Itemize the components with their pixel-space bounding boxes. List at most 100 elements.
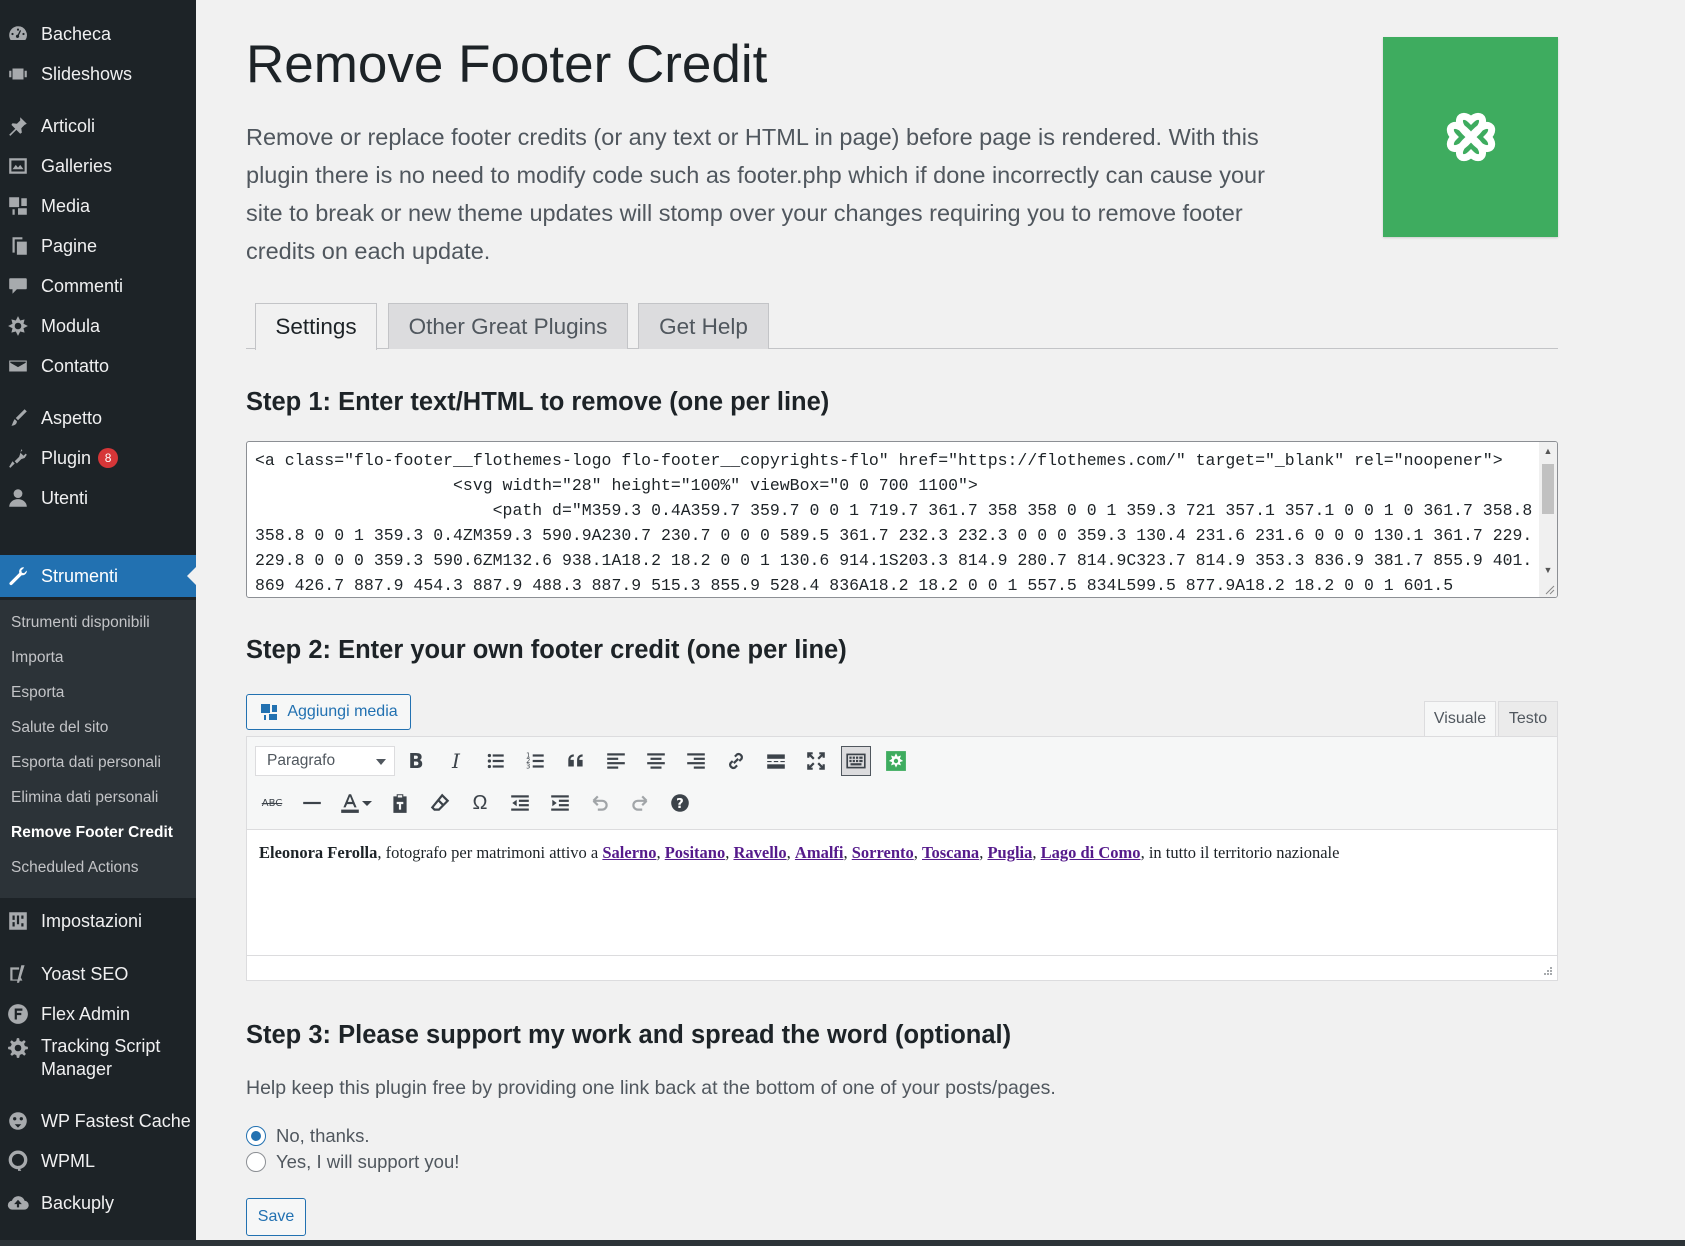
radio-button[interactable] xyxy=(246,1152,266,1172)
main-content: Remove Footer Credit Remove or replace f… xyxy=(196,0,1685,1240)
numbered-list-icon[interactable]: 123 xyxy=(521,746,551,776)
sidebar-item-label: Aspetto xyxy=(41,407,103,428)
textarea-scrollbar[interactable]: ▲ ▼ xyxy=(1539,442,1557,597)
link-puglia[interactable]: Puglia xyxy=(987,843,1032,862)
indent-icon[interactable] xyxy=(545,788,575,818)
align-left-icon[interactable] xyxy=(601,746,631,776)
horizontal-line-icon[interactable] xyxy=(297,788,327,818)
credit-outro: , in tutto il territorio nazionale xyxy=(1140,843,1340,862)
submenu-strumenti-disponibili[interactable]: Strumenti disponibili xyxy=(11,614,150,632)
clear-formatting-icon[interactable] xyxy=(425,788,455,818)
gallery-icon xyxy=(7,155,29,177)
sidebar-item-backuply[interactable]: Backuply xyxy=(0,1182,196,1224)
remove-text-textarea[interactable]: <a class="flo-footer__flothemes-logo flo… xyxy=(246,441,1558,598)
submenu-elimina-dati-personali[interactable]: Elimina dati personali xyxy=(11,789,158,807)
radio-no-thanks[interactable]: No, thanks. xyxy=(246,1125,370,1147)
submenu-esporta[interactable]: Esporta xyxy=(11,684,64,702)
submenu-remove-footer-credit[interactable]: Remove Footer Credit xyxy=(11,824,173,842)
undo-icon[interactable] xyxy=(585,788,615,818)
bullet-list-icon[interactable] xyxy=(481,746,511,776)
tab-visuale[interactable]: Visuale xyxy=(1424,701,1496,736)
link-lago-di-como[interactable]: Lago di Como xyxy=(1041,843,1141,862)
submenu-salute-del-sito[interactable]: Salute del sito xyxy=(11,719,108,737)
add-media-button[interactable]: Aggiungi media xyxy=(246,694,411,730)
submenu-importa[interactable]: Importa xyxy=(11,649,64,667)
sidebar-item-yoast-seo[interactable]: Yoast SEO xyxy=(0,953,196,995)
radio-yes-support[interactable]: Yes, I will support you! xyxy=(246,1151,459,1173)
link-salerno[interactable]: Salerno xyxy=(602,843,656,862)
radio-button-checked[interactable] xyxy=(246,1126,266,1146)
submenu-scheduled-actions[interactable]: Scheduled Actions xyxy=(11,859,139,877)
sidebar-item-label: WP Fastest Cache xyxy=(41,1110,191,1131)
scroll-up-arrow-icon[interactable]: ▲ xyxy=(1539,442,1557,460)
sidebar-item-aspetto[interactable]: Aspetto xyxy=(0,397,196,439)
scroll-down-arrow-icon[interactable]: ▼ xyxy=(1539,561,1557,579)
paste-as-text-icon[interactable] xyxy=(385,788,415,818)
sidebar-item-wpml[interactable]: WPML xyxy=(0,1140,196,1182)
sidebar-item-tracking-script-manager[interactable]: Tracking Script Manager xyxy=(0,1035,196,1087)
mail-icon xyxy=(7,355,29,377)
sidebar-item-commenti[interactable]: Commenti xyxy=(0,265,196,307)
text-color-chevron-down-icon[interactable] xyxy=(359,788,375,818)
sidebar-item-wp-fastest-cache[interactable]: WP Fastest Cache xyxy=(0,1100,196,1142)
tab-other-great-plugins[interactable]: Other Great Plugins xyxy=(388,303,628,349)
tab-settings[interactable]: Settings xyxy=(255,303,377,350)
resize-grip-icon[interactable] xyxy=(1545,585,1555,595)
sidebar-item-label: Commenti xyxy=(41,275,124,296)
editor-body[interactable]: Eleonora Ferolla, fotografo per matrimon… xyxy=(259,843,1339,863)
sidebar-item-flex-admin[interactable]: Flex Admin xyxy=(0,993,196,1035)
sidebar-item-label: Utenti xyxy=(41,487,89,508)
sidebar-item-galleries[interactable]: Galleries xyxy=(0,145,196,187)
link-positano[interactable]: Positano xyxy=(665,843,726,862)
save-button[interactable]: Save xyxy=(246,1198,306,1236)
strikethrough-icon[interactable]: ABC xyxy=(257,788,287,818)
format-select[interactable]: Paragrafo xyxy=(255,746,395,776)
sidebar-item-bacheca[interactable]: Bacheca xyxy=(0,13,196,55)
align-center-icon[interactable] xyxy=(641,746,671,776)
sidebar-item-slideshows[interactable]: Slideshows xyxy=(0,53,196,95)
help-icon[interactable]: ? xyxy=(665,788,695,818)
sidebar-item-media[interactable]: Media xyxy=(0,185,196,227)
svg-text:3: 3 xyxy=(526,763,530,771)
outdent-icon[interactable] xyxy=(505,788,535,818)
settings-tabs: Settings Other Great Plugins Get Help xyxy=(246,303,1558,350)
sidebar-item-pagine[interactable]: Pagine xyxy=(0,225,196,267)
flex-admin-icon xyxy=(7,1003,29,1025)
tab-get-help[interactable]: Get Help xyxy=(638,303,769,349)
scroll-thumb[interactable] xyxy=(1542,464,1554,514)
sidebar-item-modula[interactable]: Modula xyxy=(0,305,196,347)
special-character-icon[interactable]: Ω xyxy=(465,788,495,818)
tab-testo[interactable]: Testo xyxy=(1498,701,1558,736)
modula-insert-icon[interactable] xyxy=(881,746,911,776)
align-right-icon[interactable] xyxy=(681,746,711,776)
editor-resize-grip-icon[interactable] xyxy=(1541,964,1553,976)
sidebar-item-plugin[interactable]: Plugin 8 xyxy=(0,437,196,479)
italic-icon[interactable]: I xyxy=(441,746,471,776)
settings-icon xyxy=(7,910,29,932)
read-more-icon[interactable] xyxy=(761,746,791,776)
link-toscana[interactable]: Toscana xyxy=(922,843,979,862)
yoast-icon xyxy=(7,963,29,985)
sidebar-item-articoli[interactable]: Articoli xyxy=(0,105,196,147)
bold-icon[interactable]: B xyxy=(401,746,431,776)
link-icon[interactable] xyxy=(721,746,751,776)
user-icon xyxy=(7,487,29,509)
wpml-icon xyxy=(7,1150,29,1172)
toolbar-toggle-icon[interactable] xyxy=(841,746,871,776)
chevron-down-icon xyxy=(376,759,386,765)
submenu-esporta-dati-personali[interactable]: Esporta dati personali xyxy=(11,754,161,772)
plugin-logo xyxy=(1383,37,1558,237)
link-amalfi[interactable]: Amalfi xyxy=(795,843,844,862)
link-sorrento[interactable]: Sorrento xyxy=(852,843,914,862)
fullscreen-icon[interactable] xyxy=(801,746,831,776)
step2-title: Step 2: Enter your own footer credit (on… xyxy=(246,636,847,664)
modula-icon xyxy=(7,315,29,337)
sidebar-item-strumenti[interactable]: Strumenti xyxy=(0,555,196,597)
redo-icon[interactable] xyxy=(625,788,655,818)
clover-logo-icon xyxy=(1446,112,1495,162)
sidebar-item-contatto[interactable]: Contatto xyxy=(0,345,196,387)
link-ravello[interactable]: Ravello xyxy=(733,843,786,862)
sidebar-item-utenti[interactable]: Utenti xyxy=(0,477,196,519)
sidebar-item-impostazioni[interactable]: Impostazioni xyxy=(0,900,196,942)
blockquote-icon[interactable] xyxy=(561,746,591,776)
